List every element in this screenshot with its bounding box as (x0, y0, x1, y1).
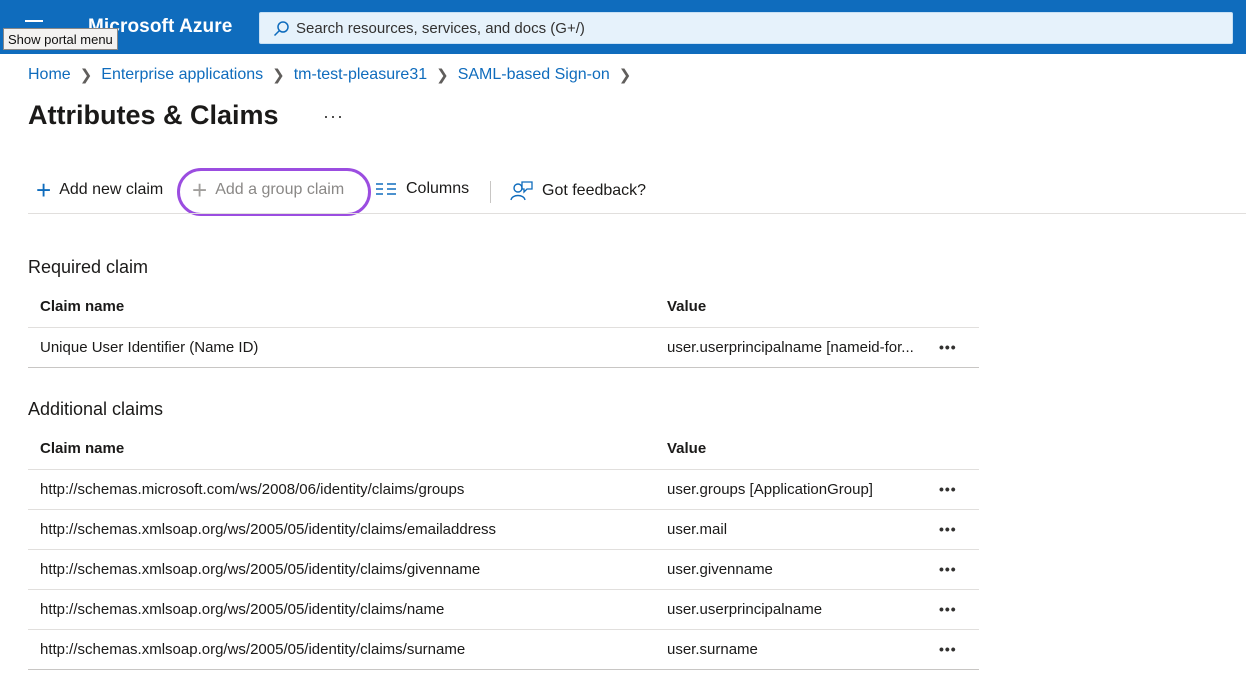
chevron-right-icon: ❯ (436, 67, 449, 84)
columns-icon (376, 183, 396, 195)
claim-name-cell[interactable]: http://schemas.xmlsoap.org/ws/2005/05/id… (28, 509, 655, 550)
column-header-value: Value (655, 287, 939, 328)
table-row[interactable]: http://schemas.xmlsoap.org/ws/2005/05/id… (28, 589, 979, 630)
claim-value-cell[interactable]: user.surname (655, 629, 939, 670)
chevron-right-icon: ❯ (79, 67, 93, 84)
toolbar-divider (490, 181, 491, 203)
plus-icon: + (36, 175, 52, 205)
claim-name-cell[interactable]: Unique User Identifier (Name ID) (28, 327, 655, 368)
row-more-icon[interactable]: ••• (939, 327, 979, 368)
row-more-icon[interactable]: ••• (939, 629, 979, 670)
claim-name-cell[interactable]: http://schemas.xmlsoap.org/ws/2005/05/id… (28, 589, 655, 630)
table-header-row: Claim name Value (28, 429, 979, 470)
claim-value-cell[interactable]: user.givenname (655, 549, 939, 590)
more-options-icon[interactable]: ··· (323, 106, 344, 127)
claim-value-cell[interactable]: user.mail (655, 509, 939, 550)
column-header-value: Value (655, 429, 939, 470)
columns-label: Columns (406, 180, 470, 197)
table-row[interactable]: http://schemas.microsoft.com/ws/2008/06/… (28, 469, 979, 510)
hamburger-icon (25, 20, 43, 22)
breadcrumb: Home ❯ Enterprise applications ❯ tm-test… (28, 66, 640, 84)
table-row[interactable]: http://schemas.xmlsoap.org/ws/2005/05/id… (28, 549, 979, 590)
chevron-right-icon: ❯ (618, 67, 632, 84)
breadcrumb-home[interactable]: Home (28, 66, 71, 84)
feedback-label: Got feedback? (542, 182, 647, 199)
toolbar-separator (28, 213, 1246, 214)
add-new-claim-label: Add new claim (59, 181, 164, 198)
table-row[interactable]: http://schemas.xmlsoap.org/ws/2005/05/id… (28, 629, 979, 670)
feedback-icon (510, 181, 533, 201)
claim-name-cell[interactable]: http://schemas.microsoft.com/ws/2008/06/… (28, 469, 655, 510)
claim-value-cell[interactable]: user.userprincipalname (655, 589, 939, 630)
required-claim-heading: Required claim (28, 257, 149, 277)
required-claims-table: Claim name Value Unique User Identifier … (28, 287, 979, 368)
top-bar: Microsoft Azure Search resources, servic… (0, 0, 1246, 54)
page-title: Attributes & Claims (28, 100, 279, 130)
table-row[interactable]: http://schemas.xmlsoap.org/ws/2005/05/id… (28, 509, 979, 550)
search-icon (273, 21, 289, 37)
claim-name-cell[interactable]: http://schemas.xmlsoap.org/ws/2005/05/id… (28, 549, 655, 590)
add-new-claim-button[interactable]: + Add new claim (36, 175, 164, 205)
claim-name-cell[interactable]: http://schemas.xmlsoap.org/ws/2005/05/id… (28, 629, 655, 670)
column-header-claim-name: Claim name (28, 429, 655, 470)
breadcrumb-enterprise-applications[interactable]: Enterprise applications (101, 66, 263, 84)
row-more-icon[interactable]: ••• (939, 589, 979, 630)
breadcrumb-app[interactable]: tm-test-pleasure31 (294, 66, 427, 84)
claim-value-cell[interactable]: user.groups [ApplicationGroup] (655, 469, 939, 510)
column-header-claim-name: Claim name (28, 287, 655, 328)
search-placeholder: Search resources, services, and docs (G+… (296, 20, 585, 37)
search-input[interactable]: Search resources, services, and docs (G+… (259, 12, 1233, 44)
highlight-circle (177, 168, 371, 216)
row-more-icon[interactable]: ••• (939, 469, 979, 510)
row-more-icon[interactable]: ••• (939, 549, 979, 590)
menu-tooltip: Show portal menu (3, 28, 118, 50)
table-row[interactable]: Unique User Identifier (Name ID) user.us… (28, 327, 979, 368)
additional-claims-table: Claim name Value http://schemas.microsof… (28, 429, 979, 670)
claim-value-cell[interactable]: user.userprincipalname [nameid-for... (655, 327, 939, 368)
additional-claims-heading: Additional claims (28, 399, 164, 419)
chevron-right-icon: ❯ (272, 67, 285, 84)
table-header-row: Claim name Value (28, 287, 979, 328)
columns-button[interactable]: Columns (375, 180, 469, 198)
row-more-icon[interactable]: ••• (939, 509, 979, 550)
breadcrumb-saml-sign-on[interactable]: SAML-based Sign-on (458, 66, 610, 84)
feedback-button[interactable]: Got feedback? (510, 180, 646, 202)
